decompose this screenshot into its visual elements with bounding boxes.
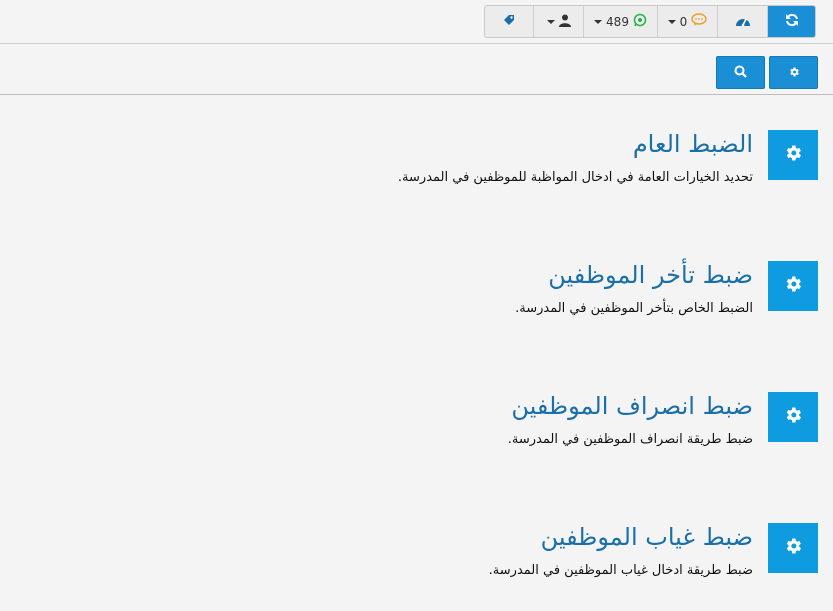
section-description: ضبط طريقة انصراف الموظفين في المدرسة.: [507, 432, 753, 447]
section-title[interactable]: ضبط انصراف الموظفين: [511, 392, 753, 420]
dashboard-button[interactable]: [718, 6, 768, 37]
user-icon: [558, 14, 571, 30]
section-late-settings: ضبط تأخر الموظفين الضبط الخاص بتأخر المو…: [318, 261, 818, 361]
chevron-down-icon: [667, 19, 676, 24]
top-toolbar: 489 0: [0, 0, 833, 44]
settings-button[interactable]: [769, 56, 818, 89]
gear-icon: [783, 274, 803, 298]
section-title[interactable]: ضبط تأخر الموظفين: [548, 261, 753, 289]
gear-icon: [783, 405, 803, 429]
section-absence-settings: ضبط غياب الموظفين ضبط طريقة ادخال غياب ا…: [318, 523, 818, 611]
section-settings-tile[interactable]: [768, 392, 818, 442]
messages-menu-button[interactable]: 0: [658, 6, 718, 37]
section-general-settings: الضبط العام تحديد الخيارات العامة في ادخ…: [318, 130, 818, 230]
search-button[interactable]: [716, 56, 765, 89]
chevron-down-icon: [594, 19, 603, 24]
chat-icon: [691, 13, 708, 30]
whatsapp-menu-button[interactable]: 489: [584, 6, 658, 37]
whatsapp-icon: [633, 13, 647, 30]
section-title[interactable]: الضبط العام: [633, 130, 753, 158]
section-description: تحديد الخيارات العامة في ادخال المواظبة …: [397, 170, 753, 185]
section-description: ضبط طريقة ادخال غياب الموظفين في المدرسة…: [488, 563, 753, 578]
section-settings-tile[interactable]: [768, 130, 818, 180]
messages-count: 0: [679, 14, 688, 29]
chevron-down-icon: [546, 19, 555, 24]
gear-icon: [783, 536, 803, 560]
toolbar-button-group: 489 0: [484, 5, 816, 38]
gear-icon: [783, 143, 803, 167]
refresh-button[interactable]: [768, 6, 815, 37]
search-icon: [734, 63, 747, 82]
user-menu-button[interactable]: [534, 6, 584, 37]
section-title[interactable]: ضبط غياب الموظفين: [541, 523, 753, 551]
section-settings-tile[interactable]: [768, 261, 818, 311]
tag-icon: [501, 12, 517, 31]
dashboard-icon: [735, 14, 751, 30]
section-settings-tile[interactable]: [768, 523, 818, 573]
tag-button[interactable]: [485, 6, 534, 37]
action-bar: [0, 44, 833, 95]
whatsapp-count: 489: [606, 14, 629, 29]
section-description: الضبط الخاص بتأخر الموظفين في المدرسة.: [515, 301, 753, 316]
refresh-icon: [785, 13, 799, 30]
gear-icon: [788, 63, 800, 82]
section-departure-settings: ضبط انصراف الموظفين ضبط طريقة انصراف الم…: [318, 392, 818, 492]
